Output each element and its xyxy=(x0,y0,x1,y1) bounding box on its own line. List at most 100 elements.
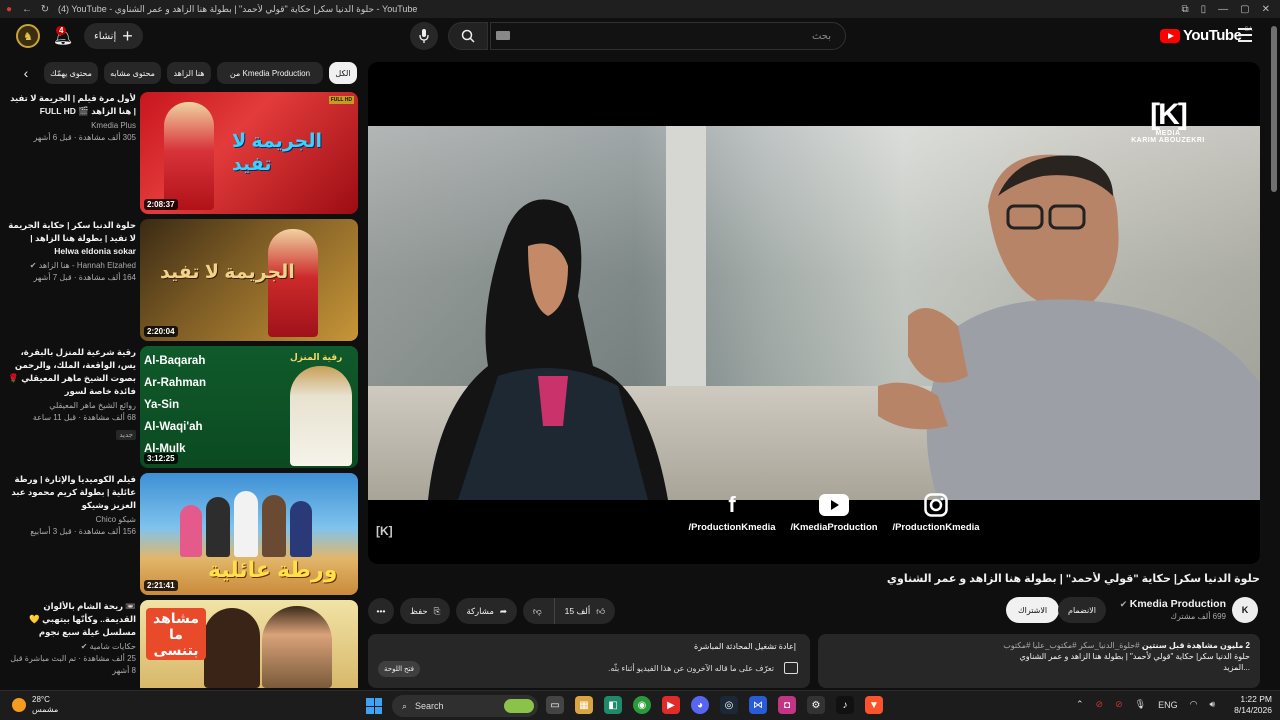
voice-search-button[interactable] xyxy=(410,22,438,50)
chrome-icon[interactable]: ◉ xyxy=(633,696,651,714)
recommendation-title[interactable]: حلوة الدنيا سكر | حكاية الجريمة لا تفيد … xyxy=(8,219,136,258)
language-indicator[interactable]: ENG xyxy=(1158,700,1178,710)
account-avatar[interactable]: ♞ xyxy=(16,24,40,48)
video-thumbnail[interactable]: مشاهد ما بتنسى xyxy=(140,600,358,688)
wifi-icon[interactable]: ◠ xyxy=(1190,699,1198,710)
thumbnail-title: الجريمة لا تفيد xyxy=(232,131,322,175)
dislike-button[interactable]: 👎︎ xyxy=(523,598,555,624)
social-link-facebook[interactable]: f /ProductionKmedia xyxy=(684,492,780,544)
thumbnail-title: رقية المنزل xyxy=(290,352,343,362)
chat-icon xyxy=(784,662,798,674)
channel-row: الاشتراك الانضمام ✔ Kmedia Production 69… xyxy=(1000,595,1262,625)
create-button[interactable]: إنشاء + xyxy=(84,23,143,49)
chip-all[interactable]: الكل xyxy=(329,62,357,84)
video-player[interactable]: [K] MEDIA KARIM ABOUZEKRI f /ProductionK… xyxy=(368,62,1260,564)
verified-icon: ✔ xyxy=(1119,599,1130,609)
tray-mic-icon[interactable]: 🎙︎ xyxy=(1135,699,1146,710)
live-chat-replay-panel: إعادة تشغيل المحادثة المباشرة تعرّف على … xyxy=(368,634,810,688)
extensions-icon[interactable]: ⧉ xyxy=(1182,4,1189,15)
recommendation-channel[interactable]: Kmedia Plus xyxy=(8,120,136,132)
open-chat-button[interactable]: فتح اللوحة xyxy=(378,661,421,677)
cast-figures xyxy=(180,487,330,557)
like-button[interactable]: 15 ألف 👍︎ xyxy=(554,598,616,624)
back-icon[interactable]: ← xyxy=(18,4,36,15)
recommendation-channel[interactable]: شيكو Chico xyxy=(8,514,136,526)
close-icon[interactable]: ✕ xyxy=(1262,4,1270,15)
scrollbar-thumb[interactable] xyxy=(1271,26,1277,192)
page-scrollbar[interactable] xyxy=(1270,26,1278,690)
watermark-brand: MEDIA xyxy=(1155,130,1181,137)
recommendation-channel[interactable]: Hannah Elzahed - هنا الزاهد ✔ xyxy=(8,260,136,272)
channel-name[interactable]: ✔ Kmedia Production xyxy=(1120,598,1226,610)
recommendation-channel[interactable]: روائع الشيخ ماهر المعيقلي xyxy=(8,400,136,412)
recommendation-item[interactable]: مشاهد ما بتنسى 📼 ريحة الشام بالألوان الق… xyxy=(8,600,358,688)
description-box[interactable]: 2 مليون مشاهدة قبل سنتين #حلوة_الدنيا_سك… xyxy=(818,634,1260,688)
settings-icon[interactable]: ⚙ xyxy=(807,696,825,714)
social-link-youtube[interactable]: /KmediaProduction xyxy=(786,492,882,544)
discord-icon[interactable]: ◕ xyxy=(691,696,709,714)
reload-icon[interactable]: ↻ xyxy=(36,4,54,15)
vscode-icon[interactable]: ⋈ xyxy=(749,696,767,714)
windows-start-icon[interactable] xyxy=(366,698,382,714)
browser-menu-icon[interactable]: ● xyxy=(0,4,18,15)
share-button[interactable]: مشاركة ➦ xyxy=(456,598,517,624)
sidebar-icon[interactable]: ▯ xyxy=(1201,4,1207,15)
chip-hana-elzahed[interactable]: هنا الزاهد xyxy=(167,62,211,84)
join-button[interactable]: الانضمام xyxy=(1058,597,1106,623)
brave-icon[interactable]: ▼ xyxy=(865,696,883,714)
recommendation-title[interactable]: 📼 ريحة الشام بالألوان القديمة.. وكأنّها … xyxy=(8,600,136,639)
maximize-icon[interactable]: ▢ xyxy=(1240,4,1249,15)
recommendation-item[interactable]: الجريمة لا تفيد FULL HD 2:08:37 لأول مرة… xyxy=(8,92,358,214)
video-frame[interactable] xyxy=(368,126,1260,500)
search-input[interactable]: بحث xyxy=(490,22,846,50)
notifications-button[interactable]: 🔔︎ 4 xyxy=(50,24,76,50)
file-explorer-icon[interactable]: ▦ xyxy=(575,696,593,714)
recommendation-channel[interactable]: حكايات شامية ✔ xyxy=(8,641,136,653)
hamburger-menu-icon[interactable] xyxy=(1238,28,1252,42)
recommendation-title[interactable]: رقية شرعية للمنزل بالبقرة، يس، الواقعة، … xyxy=(8,346,136,398)
recommendation-item[interactable]: ورطة عائلية 2:21:41 فيلم الكوميديا والإث… xyxy=(8,473,358,595)
video-thumbnail[interactable]: الجريمة لا تفيد 2:20:04 xyxy=(140,219,358,341)
channel-avatar[interactable]: K xyxy=(1232,597,1258,623)
recommendation-title[interactable]: لأول مرة فيلم | الجريمة لا تفيد | هنا ال… xyxy=(8,92,136,118)
actress-figure xyxy=(164,102,214,210)
recommendation-title[interactable]: فيلم الكوميديا والإثارة | ورطة عائلية | … xyxy=(8,473,136,512)
chip-from-channel[interactable]: من Kmedia Production xyxy=(217,62,323,84)
youtube-app-icon[interactable]: ▶ xyxy=(662,696,680,714)
tiktok-icon[interactable]: ♪ xyxy=(836,696,854,714)
surah-name: Al-Waqi'ah xyxy=(144,421,203,433)
recommendation-item[interactable]: Al-Baqarah Ar-Rahman Ya-Sin Al-Waqi'ah A… xyxy=(8,346,358,468)
tray-overflow-icon[interactable]: ⌃ xyxy=(1076,699,1084,710)
thumbnail-title: مشاهد ما بتنسى xyxy=(146,608,206,660)
tray-app-icon[interactable]: ⊘ xyxy=(1096,699,1104,710)
search-button[interactable] xyxy=(448,22,488,50)
save-label: حفظ xyxy=(410,605,428,616)
taskbar-clock[interactable]: 1:22 PM 8/14/2026 xyxy=(1222,694,1272,716)
taskbar-search[interactable]: ⌕ Search xyxy=(392,695,538,717)
social-link-instagram[interactable]: /ProductionKmedia xyxy=(888,492,984,544)
weather-widget[interactable]: 28°C مشمس xyxy=(12,695,58,715)
hashtags[interactable]: #حلوة_الدنيا_سكر #مكتوب_عليا #مكتوب xyxy=(1003,641,1139,650)
recommendation-meta: 156 ألف مشاهدة · قبل 3 أسابيع xyxy=(30,527,136,536)
views-line: 2 مليون مشاهدة قبل سنتين xyxy=(1141,641,1250,650)
keyboard-icon[interactable] xyxy=(496,31,510,40)
show-more-link[interactable]: ...المزيد xyxy=(828,662,1250,673)
subscribe-button[interactable]: الاشتراك xyxy=(1006,597,1060,623)
chip-similar[interactable]: محتوى مشابه xyxy=(104,62,161,84)
video-thumbnail[interactable]: الجريمة لا تفيد FULL HD 2:08:37 xyxy=(140,92,358,214)
steam-icon[interactable]: ◎ xyxy=(720,696,738,714)
recommendation-info: 📼 ريحة الشام بالألوان القديمة.. وكأنّها … xyxy=(8,600,136,677)
save-button[interactable]: حفظ ⎘ xyxy=(400,598,451,624)
minimize-icon[interactable]: — xyxy=(1218,4,1228,15)
volume-icon[interactable]: 🔊︎ xyxy=(1209,699,1215,710)
recommendation-item[interactable]: الجريمة لا تفيد 2:20:04 حلوة الدنيا سكر … xyxy=(8,219,358,341)
tray-app-icon[interactable]: ⊘ xyxy=(1115,699,1123,710)
instagram-app-icon[interactable]: ◘ xyxy=(778,696,796,714)
chip-for-you[interactable]: محتوى يهمّك xyxy=(44,62,98,84)
video-thumbnail[interactable]: ورطة عائلية 2:21:41 xyxy=(140,473,358,595)
video-thumbnail[interactable]: Al-Baqarah Ar-Rahman Ya-Sin Al-Waqi'ah A… xyxy=(140,346,358,468)
store-icon[interactable]: ◧ xyxy=(604,696,622,714)
more-actions-button[interactable]: ••• xyxy=(368,598,394,624)
task-view-icon[interactable]: ▭ xyxy=(546,696,564,714)
thumbnail-title: الجريمة لا تفيد xyxy=(160,262,295,283)
